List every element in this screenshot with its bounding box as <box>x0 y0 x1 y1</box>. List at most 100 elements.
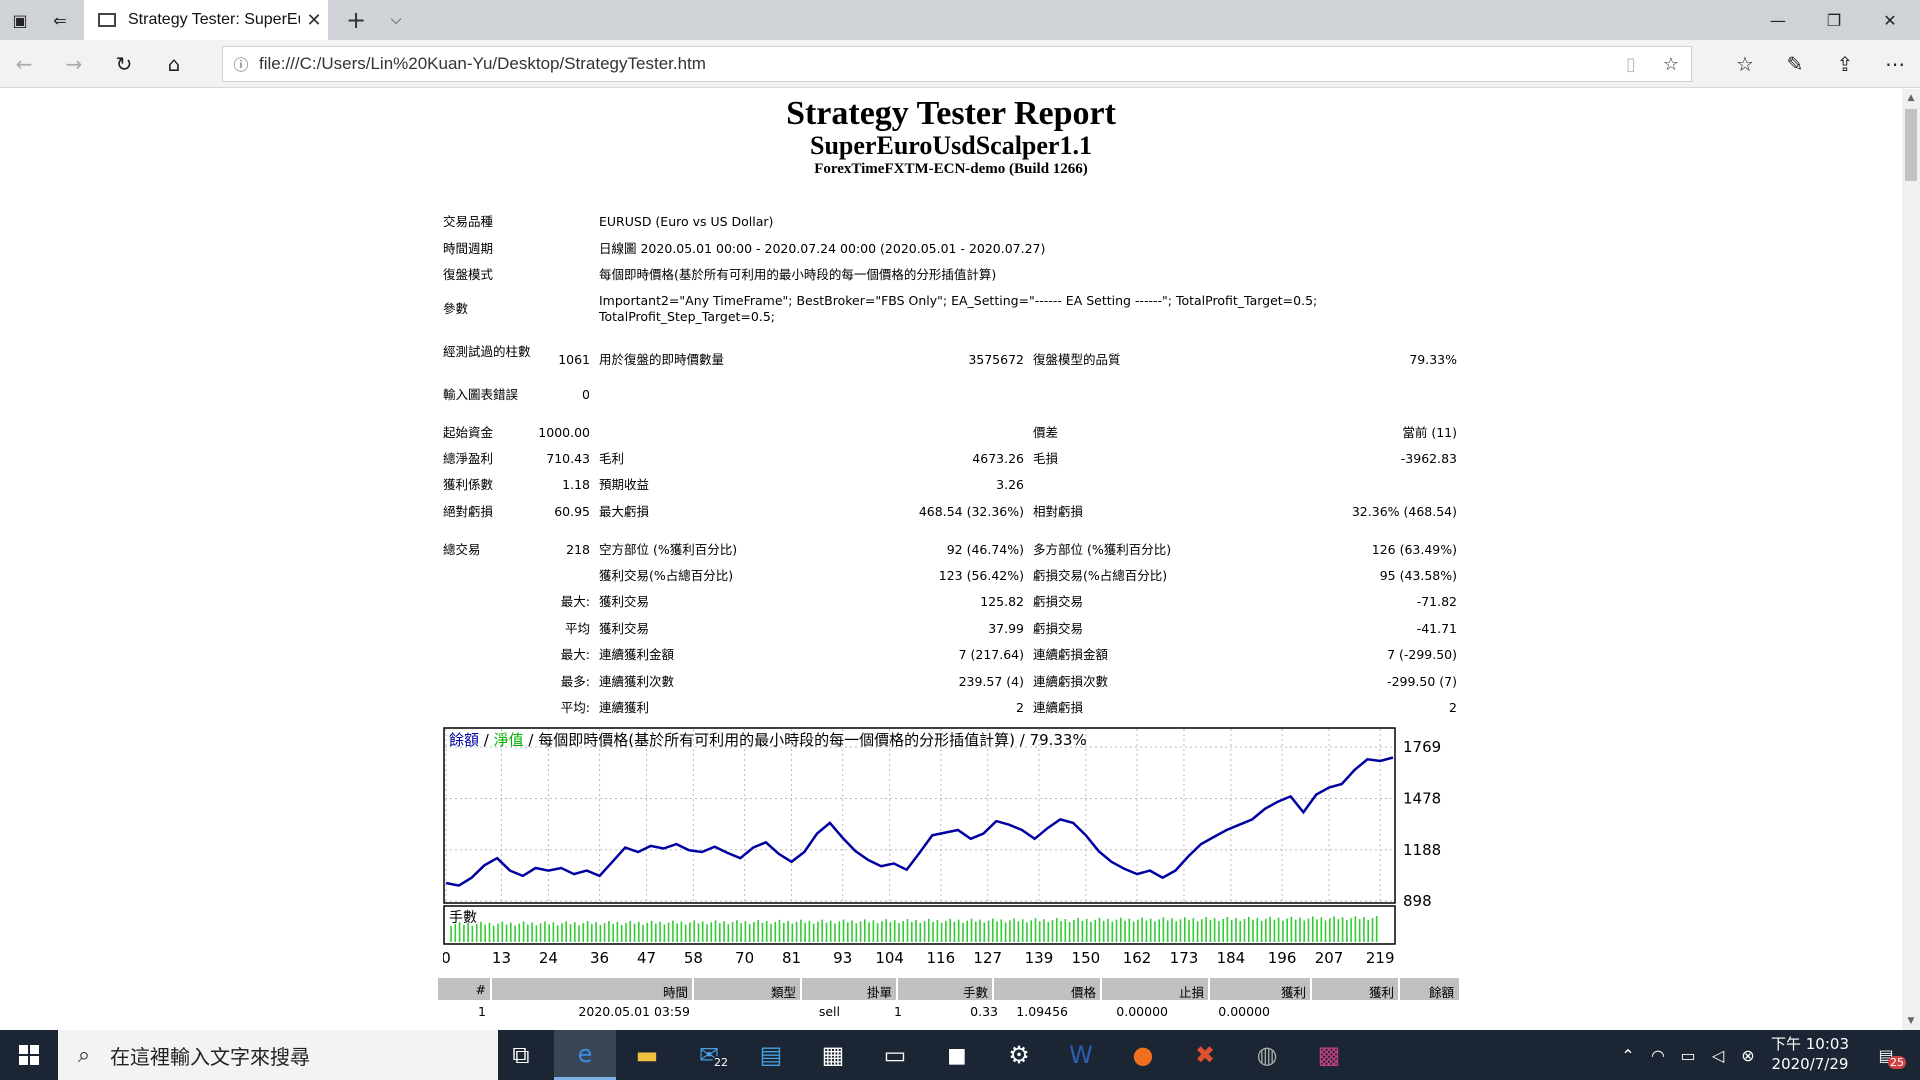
remote-desktop-icon[interactable]: ▭ <box>864 1030 926 1080</box>
volume-bar <box>1145 920 1148 942</box>
volume-bar <box>719 923 721 942</box>
max-prefix: 最大: <box>560 647 590 662</box>
title-sep3: / <box>1015 731 1030 749</box>
tab-strategy-tester[interactable]: Strategy Tester: SuperEuroUsdScalper1.1 … <box>84 0 328 40</box>
rel-drawdown-label: 相對虧損 <box>1033 504 1084 519</box>
volume-bar <box>962 922 964 942</box>
url-text[interactable]: file:///C:/Users/Lin%20Kuan-Yu/Desktop/S… <box>259 54 1611 74</box>
back-icon[interactable]: ← <box>4 44 44 84</box>
quality-label: 復盤模型的品質 <box>1033 352 1121 367</box>
clock-date: 2020/7/29 <box>1771 1055 1849 1073</box>
app-icon[interactable]: ✖ <box>1174 1030 1236 1080</box>
volume-bar <box>744 921 747 942</box>
taskbar-search[interactable]: ⌕ 在這裡輸入文字來搜尋 <box>58 1030 498 1080</box>
search-placeholder[interactable]: 在這裡輸入文字來搜尋 <box>110 1041 310 1070</box>
settings-gear-icon[interactable]: ⚙ <box>988 1030 1050 1080</box>
volume-bar <box>676 923 678 942</box>
params-line2: TotalProfit_Step_Target=0.5; <box>599 309 775 324</box>
title-quality: 79.33% <box>1030 731 1087 749</box>
volume-bar <box>701 921 704 942</box>
x-tick-label: 207 <box>1315 949 1344 967</box>
minimize-icon[interactable]: — <box>1750 0 1806 40</box>
restore-icon[interactable]: ❐ <box>1806 0 1862 40</box>
volume-bar <box>1043 919 1045 942</box>
mail-icon[interactable]: ✉ 22 <box>678 1030 740 1080</box>
volume-bar <box>1290 916 1293 942</box>
battery-icon[interactable]: ▭ <box>1674 1030 1702 1080</box>
reading-view-icon[interactable]: ▯ <box>1611 54 1651 75</box>
volume-bar <box>1320 917 1323 942</box>
x-tick-label: 162 <box>1123 949 1152 967</box>
volume-bar <box>646 922 649 942</box>
gross-profit-label: 毛利 <box>599 451 625 466</box>
th-order: 掛單 <box>866 985 892 1000</box>
close-window-icon[interactable]: ✕ <box>1862 0 1918 40</box>
volume-bar <box>761 923 764 942</box>
no-network-icon[interactable]: ⊗ <box>1734 1030 1762 1080</box>
address-bar[interactable]: ⓘ file:///C:/Users/Lin%20Kuan-Yu/Desktop… <box>222 46 1692 82</box>
feedback-icon[interactable]: ◼ <box>926 1030 988 1080</box>
symbol-label: 交易品種 <box>443 214 494 229</box>
news-app-icon[interactable]: ▤ <box>740 1030 802 1080</box>
volume-bar <box>979 919 981 942</box>
vertical-scrollbar[interactable]: ▲ ▼ <box>1902 89 1920 1030</box>
winrar-icon[interactable]: ▩ <box>1298 1030 1360 1080</box>
task-view-icon[interactable]: ⧉ <box>490 1030 552 1080</box>
volume-bar <box>565 921 567 942</box>
volume-bar <box>923 920 926 942</box>
volume-bar <box>1205 917 1207 942</box>
volume-bar <box>625 922 627 942</box>
volume-bar <box>970 918 973 942</box>
volume-bar <box>1013 918 1015 942</box>
volume-bar <box>1098 917 1101 942</box>
forward-icon[interactable]: → <box>54 44 94 84</box>
navigation-bar: ← → ↻ ⌂ ⓘ file:///C:/Users/Lin%20Kuan-Yu… <box>0 40 1920 88</box>
home-icon[interactable]: ⌂ <box>154 44 194 84</box>
scroll-up-icon[interactable]: ▲ <box>1902 89 1920 107</box>
most-cons-loss-value: -299.50 (7) <box>1387 674 1457 689</box>
info-icon[interactable]: ⓘ <box>223 54 259 75</box>
firefox-icon[interactable]: ● <box>1112 1030 1174 1080</box>
close-tab-icon[interactable]: ✕ <box>300 10 328 31</box>
volume-bar <box>876 923 879 942</box>
edge-icon[interactable]: e <box>554 1030 616 1080</box>
x-tick-label: 184 <box>1217 949 1246 967</box>
x-tick-label: 70 <box>735 949 754 967</box>
chevron-up-icon[interactable]: ⌃ <box>1614 1030 1642 1080</box>
file-explorer-icon[interactable]: ▬ <box>616 1030 678 1080</box>
store-icon[interactable]: ▦ <box>802 1030 864 1080</box>
pen-icon[interactable]: ✎ <box>1775 44 1815 84</box>
disc-icon[interactable]: ◍ <box>1236 1030 1298 1080</box>
word-icon[interactable]: W <box>1050 1030 1112 1080</box>
notifications-icon[interactable]: ▤ 25 <box>1866 1030 1906 1080</box>
favorites-icon[interactable]: ☆ <box>1725 44 1765 84</box>
set-tabs-aside-icon[interactable]: ⇐ <box>40 0 80 40</box>
most-prefix: 最多: <box>560 674 590 689</box>
volume-bar <box>1337 919 1340 942</box>
tab-actions-icon[interactable]: ▣ <box>0 0 40 40</box>
new-tab-icon[interactable]: + <box>336 0 376 40</box>
volume-bar <box>1307 918 1310 942</box>
favorite-star-icon[interactable]: ☆ <box>1651 54 1691 75</box>
wifi-icon[interactable]: ◠ <box>1644 1030 1672 1080</box>
volume-bar <box>492 925 495 942</box>
share-icon[interactable]: ⇪ <box>1825 44 1865 84</box>
volume-icon[interactable]: ◁ <box>1704 1030 1732 1080</box>
most-cons-loss-label: 連續虧損次數 <box>1033 674 1109 689</box>
clock[interactable]: 下午 10:03 2020/7/29 <box>1760 1034 1860 1074</box>
volume-bar <box>1038 921 1041 942</box>
more-icon[interactable]: ⋯ <box>1875 44 1915 84</box>
volume-bar <box>1282 920 1284 942</box>
volume-bar <box>1286 918 1288 942</box>
volume-bar <box>1188 920 1190 942</box>
refresh-icon[interactable]: ↻ <box>104 44 144 84</box>
windows-start-icon[interactable] <box>0 1030 58 1080</box>
total-trades-label: 總交易 <box>443 542 481 557</box>
chevron-down-icon[interactable]: ⌵ <box>376 0 416 40</box>
scroll-thumb[interactable] <box>1905 109 1917 181</box>
volume-bar <box>1141 917 1143 942</box>
volume-bar <box>633 923 636 942</box>
x-tick-label: 116 <box>927 949 956 967</box>
abs-drawdown-label: 絕對虧損 <box>443 504 494 519</box>
scroll-down-icon[interactable]: ▼ <box>1902 1012 1920 1030</box>
